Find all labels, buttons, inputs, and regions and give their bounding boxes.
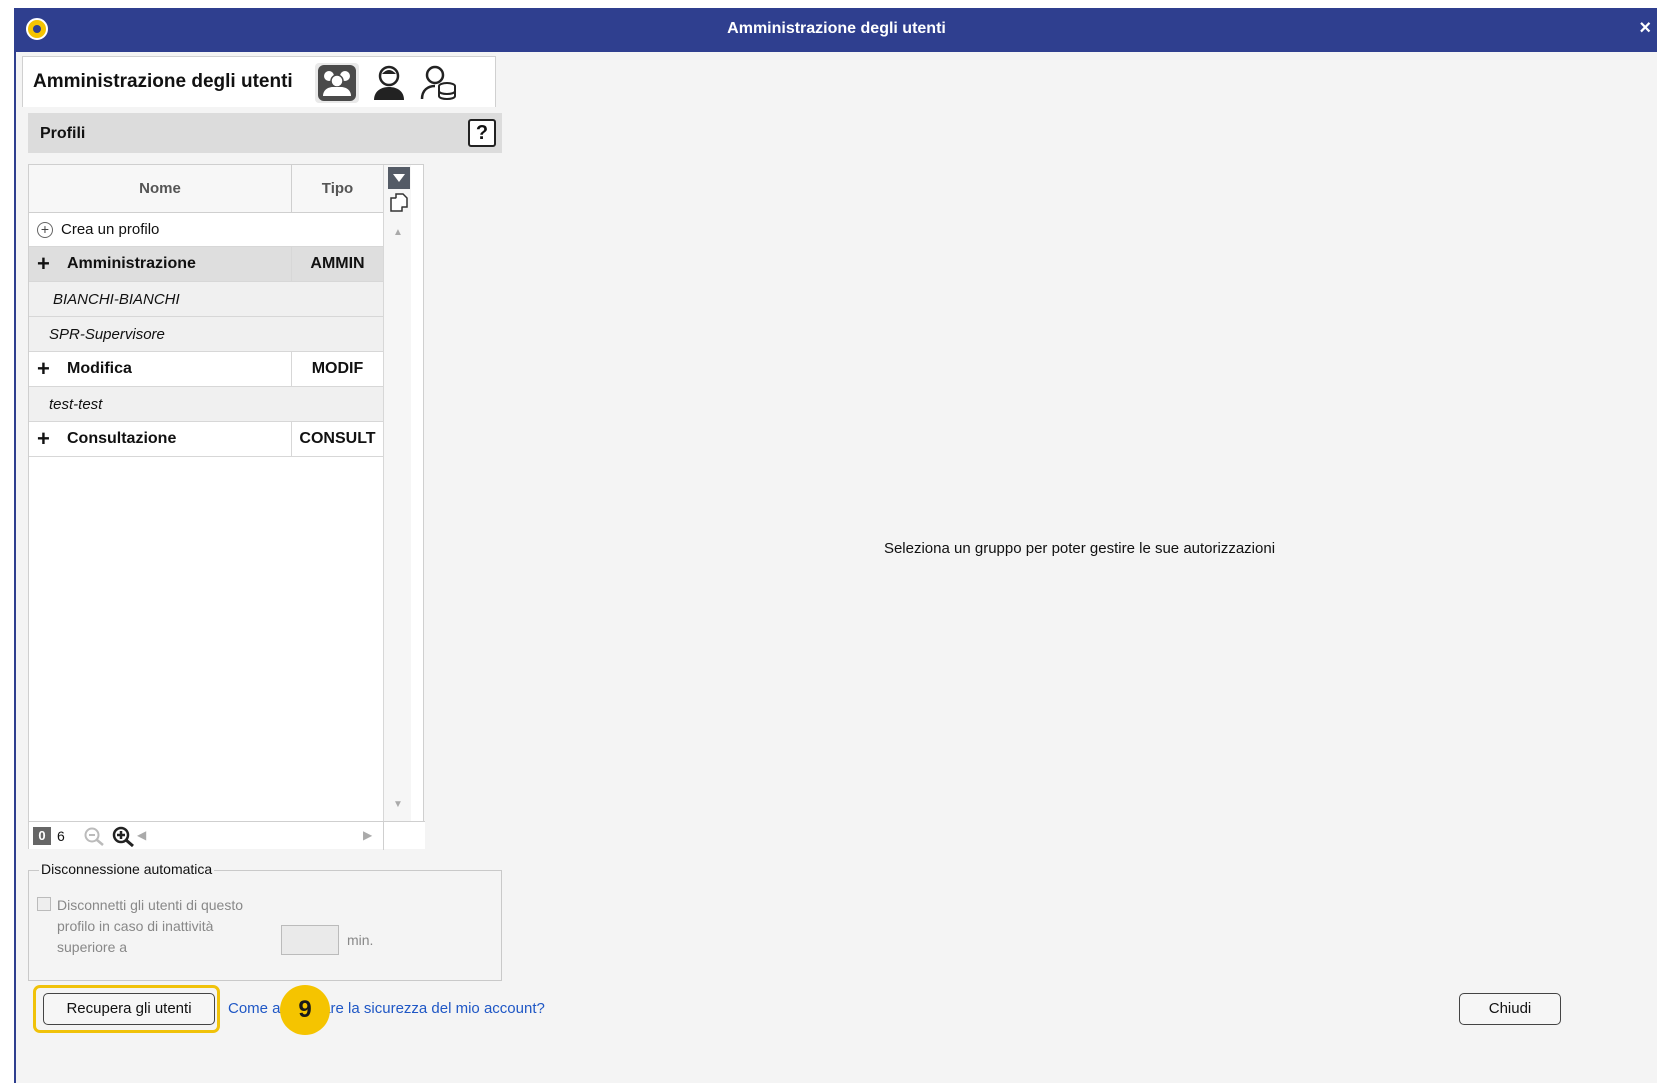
scroll-up-arrow-icon[interactable]: ▲ [393,227,403,238]
grid-footer: 0 6 ◀ ▶ [29,821,425,850]
create-profile-row[interactable]: + Crea un profilo [29,213,383,247]
groups-icon[interactable] [315,63,359,103]
column-header-name[interactable]: Nome [29,165,292,213]
title-bar: Amministrazione degli utenti × [16,8,1657,52]
page-tabbar: Amministrazione degli utenti [22,56,496,107]
column-header-type[interactable]: Tipo [292,165,383,213]
row-name-cell: + Consultazione [29,422,292,456]
auto-disconnect-checkbox[interactable] [37,897,51,911]
row-type-cell: MODIF [311,360,364,377]
close-icon[interactable]: × [1639,18,1651,38]
row-name-label: BIANCHI-BIANCHI [53,290,180,308]
auto-disconnect-label: Disconnetti gli utenti di questo profilo… [57,897,243,955]
profile-group-row[interactable]: + Amministrazione AMMIN [29,247,383,282]
zoom-out-icon[interactable] [83,826,105,846]
profile-group-row[interactable]: + Consultazione CONSULT [29,422,383,457]
row-name-cell: + Amministrazione [29,247,292,281]
window-title: Amministrazione degli utenti [727,20,946,37]
page-title: Amministrazione degli utenti [33,71,293,92]
profiles-grid: Nome Tipo + Crea un profilo + Amministrazi… [28,164,425,850]
scroll-left-arrow-icon[interactable]: ◀ [137,828,146,842]
profile-group-row[interactable]: + Modifica MODIF [29,352,383,387]
minutes-unit-label: min. [347,932,374,948]
selected-count: 0 [33,827,51,845]
row-type-cell: CONSULT [299,430,376,447]
profile-user-row[interactable]: SPR-Supervisore [29,317,383,352]
profiles-header: Profili ? [28,113,502,153]
expand-plus-icon[interactable]: + [37,253,55,275]
profile-user-row[interactable]: test-test [29,387,383,422]
vertical-scrollbar[interactable]: ▲ ▼ [383,165,411,821]
expand-plus-icon[interactable]: + [37,428,55,450]
scroll-down-arrow-icon[interactable]: ▼ [393,799,403,810]
scroll-right-arrow-icon[interactable]: ▶ [363,828,372,842]
grid-header: Nome Tipo [29,165,383,213]
row-name-cell: SPR-Supervisore [29,317,292,351]
row-name-label: test-test [49,395,103,413]
grid-rows: + Crea un profilo + Amministrazione AMMIN BI… [29,213,383,457]
recover-users-button[interactable]: Recupera gli utenti [43,993,215,1025]
user-database-icon[interactable] [417,63,461,103]
auto-disconnect-fieldset: Disconnessione automatica Disconnetti gl… [28,861,502,981]
row-name-cell: + Modifica [29,352,292,386]
close-button[interactable]: Chiudi [1459,993,1561,1025]
row-name-cell: test-test [29,387,292,421]
expand-plus-icon[interactable]: + [37,358,55,380]
inactivity-minutes-input[interactable] [281,925,339,955]
profiles-title: Profili [40,125,86,142]
row-name-label: SPR-Supervisore [49,325,165,343]
grid-menu-button[interactable] [388,167,410,189]
create-profile-label: Crea un profilo [61,221,160,238]
copy-icon[interactable] [390,193,408,213]
auto-disconnect-legend: Disconnessione automatica [39,861,215,877]
row-type-cell: AMMIN [310,255,365,272]
zoom-in-icon[interactable] [111,825,135,847]
footer-divider [383,822,384,850]
account-security-link[interactable]: Come aumentare la sicurezza del mio acco… [228,1000,545,1017]
total-count: 6 [57,828,65,844]
row-name-label: Consultazione [67,430,177,447]
row-name-label: Modifica [67,360,132,377]
step-badge: 9 [280,985,330,1035]
user-icon[interactable] [367,63,411,103]
row-name-cell: BIANCHI-BIANCHI [29,282,292,316]
help-button[interactable]: ? [468,119,496,147]
admin-window: Amministrazione degli utenti × Amministr… [14,8,1657,1083]
row-name-label: Amministrazione [67,255,196,272]
profile-user-row[interactable]: BIANCHI-BIANCHI [29,282,383,317]
empty-state-message: Seleziona un gruppo per poter gestire le… [883,540,1276,557]
add-circle-icon: + [37,221,53,238]
